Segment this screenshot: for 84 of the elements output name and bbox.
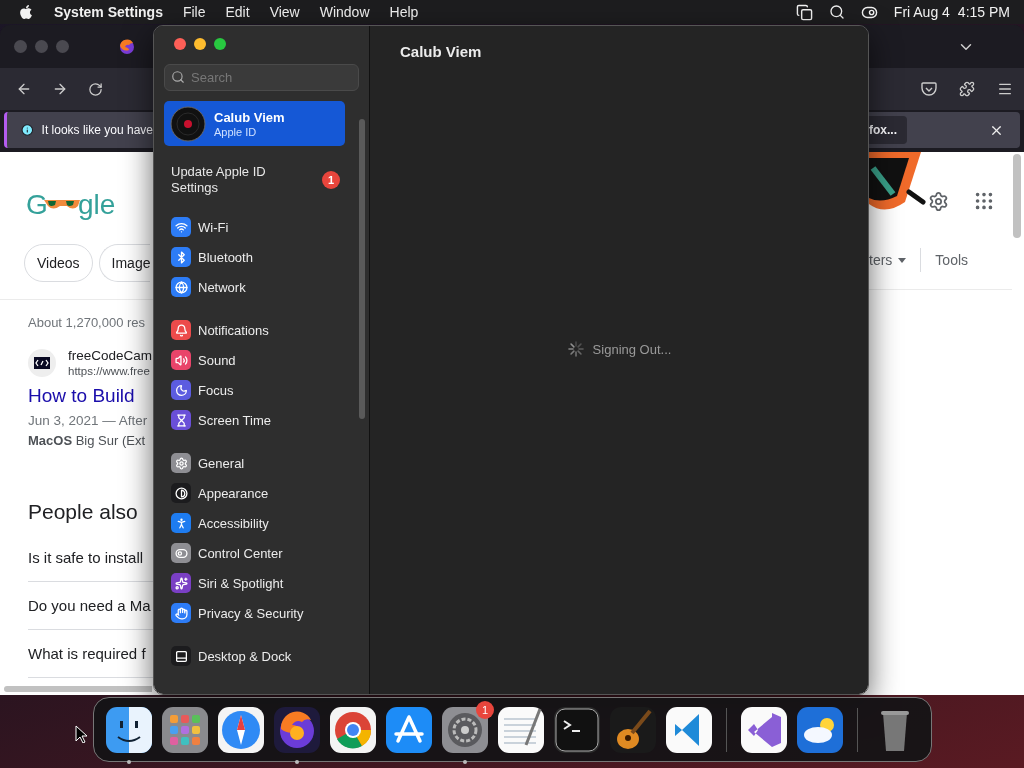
fox-globe-icon[interactable] bbox=[272, 704, 322, 755]
update-label: Update Apple ID Settings bbox=[171, 164, 267, 196]
spinner-icon bbox=[566, 340, 585, 358]
sidebar-item[interactable]: Wi-Fi bbox=[164, 212, 359, 242]
filters-tab[interactable]: ters bbox=[869, 252, 907, 268]
sidebar-item[interactable]: Sound bbox=[164, 345, 359, 375]
close-button[interactable] bbox=[174, 38, 186, 50]
fox-globe-icon[interactable] bbox=[119, 38, 135, 55]
gear-icon[interactable] bbox=[440, 704, 490, 755]
sidebar-item[interactable]: Screen Time bbox=[164, 405, 359, 435]
tools-tab[interactable]: Tools bbox=[935, 252, 969, 268]
app-grid-icon[interactable] bbox=[160, 704, 210, 755]
sidebar-item[interactable]: Control Center bbox=[164, 538, 359, 568]
result-snippet: MacOS Big Sur (Ext bbox=[28, 433, 147, 448]
app-menu[interactable]: System Settings bbox=[54, 4, 163, 20]
menu-item[interactable]: File bbox=[182, 4, 206, 20]
sidebar-item[interactable]: Focus bbox=[164, 375, 359, 405]
menu-item[interactable]: Help bbox=[389, 4, 419, 20]
sidebar-item[interactable]: Notifications bbox=[164, 315, 359, 345]
smiling-face-icon[interactable] bbox=[104, 704, 154, 755]
caret-icon bbox=[898, 257, 907, 263]
menu-icon[interactable] bbox=[997, 81, 1013, 97]
question-item[interactable]: Do you need a Ma bbox=[28, 582, 153, 630]
code-editor-icon[interactable] bbox=[664, 704, 714, 755]
sidebar-item[interactable]: Siri & Spotlight bbox=[164, 568, 359, 598]
notepad-icon[interactable] bbox=[496, 704, 546, 755]
question-item[interactable]: Is it safe to install bbox=[28, 534, 153, 582]
menu-time[interactable]: 4:15 PM bbox=[957, 4, 1010, 20]
menu-item[interactable]: Window bbox=[319, 4, 370, 20]
puzzle-icon[interactable] bbox=[959, 81, 975, 97]
sidebar-item[interactable]: Appearance bbox=[164, 478, 359, 508]
search-field[interactable]: Search bbox=[164, 64, 359, 91]
result-date: Jun 3, 2021 — After bbox=[28, 413, 149, 428]
vinyl-avatar-icon bbox=[170, 105, 206, 142]
scrollbar[interactable] bbox=[4, 686, 152, 692]
ribbon-icon[interactable] bbox=[739, 704, 789, 755]
sidebar-item[interactable]: Privacy & Security bbox=[164, 598, 359, 628]
status-text: Signing Out... bbox=[592, 341, 672, 357]
pointer-icon bbox=[75, 725, 87, 743]
minimize-button[interactable] bbox=[194, 38, 206, 50]
zoom-button[interactable] bbox=[214, 38, 226, 50]
apps-grid-icon[interactable] bbox=[973, 190, 995, 212]
account-name: Calub Viem bbox=[214, 109, 285, 125]
guitar-icon[interactable] bbox=[608, 704, 658, 755]
reload-icon[interactable] bbox=[88, 81, 103, 97]
filter-chip[interactable]: Videos bbox=[24, 244, 93, 282]
cloud-sun-icon[interactable] bbox=[795, 704, 845, 755]
menu-date[interactable]: Fri Aug 4 bbox=[893, 4, 950, 20]
notification-text: It looks like you have bbox=[41, 123, 153, 137]
settings-icon[interactable] bbox=[928, 190, 949, 212]
forward-icon[interactable] bbox=[52, 81, 68, 97]
terminal-icon[interactable] bbox=[552, 704, 602, 755]
menu-item[interactable]: View bbox=[269, 4, 300, 20]
account-subtitle: Apple ID bbox=[214, 125, 258, 138]
result-site: freeCodeCam bbox=[68, 348, 153, 363]
results-count: About 1,270,000 res bbox=[28, 315, 147, 330]
question-item[interactable]: What is required f bbox=[28, 630, 153, 678]
sidebar-item[interactable]: Desktop & Dock bbox=[164, 641, 359, 671]
info-icon bbox=[21, 122, 34, 138]
search-icon bbox=[171, 70, 185, 84]
account-item[interactable]: Calub Viem Apple ID bbox=[164, 101, 345, 146]
apple-icon[interactable] bbox=[18, 4, 34, 20]
shield-chevron-icon[interactable] bbox=[921, 81, 937, 97]
result-title-link[interactable]: How to Build bbox=[28, 385, 153, 407]
window-title: Calub Viem bbox=[399, 42, 483, 60]
overlapping-windows-icon[interactable] bbox=[795, 3, 813, 21]
update-item[interactable]: Update Apple ID Settings 1 bbox=[164, 146, 350, 212]
result-url[interactable]: https://www.free bbox=[68, 365, 153, 377]
sidebar-item[interactable]: Accessibility bbox=[164, 508, 359, 538]
menu-item[interactable]: Edit bbox=[225, 4, 250, 20]
sidebar-item[interactable]: General bbox=[164, 448, 359, 478]
section-heading: People also bbox=[28, 500, 139, 524]
sidebar-item[interactable]: Bluetooth bbox=[164, 242, 359, 272]
back-icon[interactable] bbox=[16, 81, 32, 97]
compass-icon[interactable] bbox=[216, 704, 266, 755]
code-fire-icon bbox=[28, 348, 56, 377]
filter-chip[interactable]: Image bbox=[98, 244, 151, 282]
scrollbar[interactable] bbox=[1013, 154, 1021, 238]
letter-a-icon[interactable] bbox=[384, 704, 434, 755]
notification-badge: 1 bbox=[476, 700, 494, 719]
scrollbar[interactable] bbox=[359, 119, 365, 419]
notification-badge: 1 bbox=[322, 171, 340, 189]
sidebar-item[interactable]: Network bbox=[164, 272, 359, 302]
search-icon[interactable] bbox=[828, 4, 845, 20]
